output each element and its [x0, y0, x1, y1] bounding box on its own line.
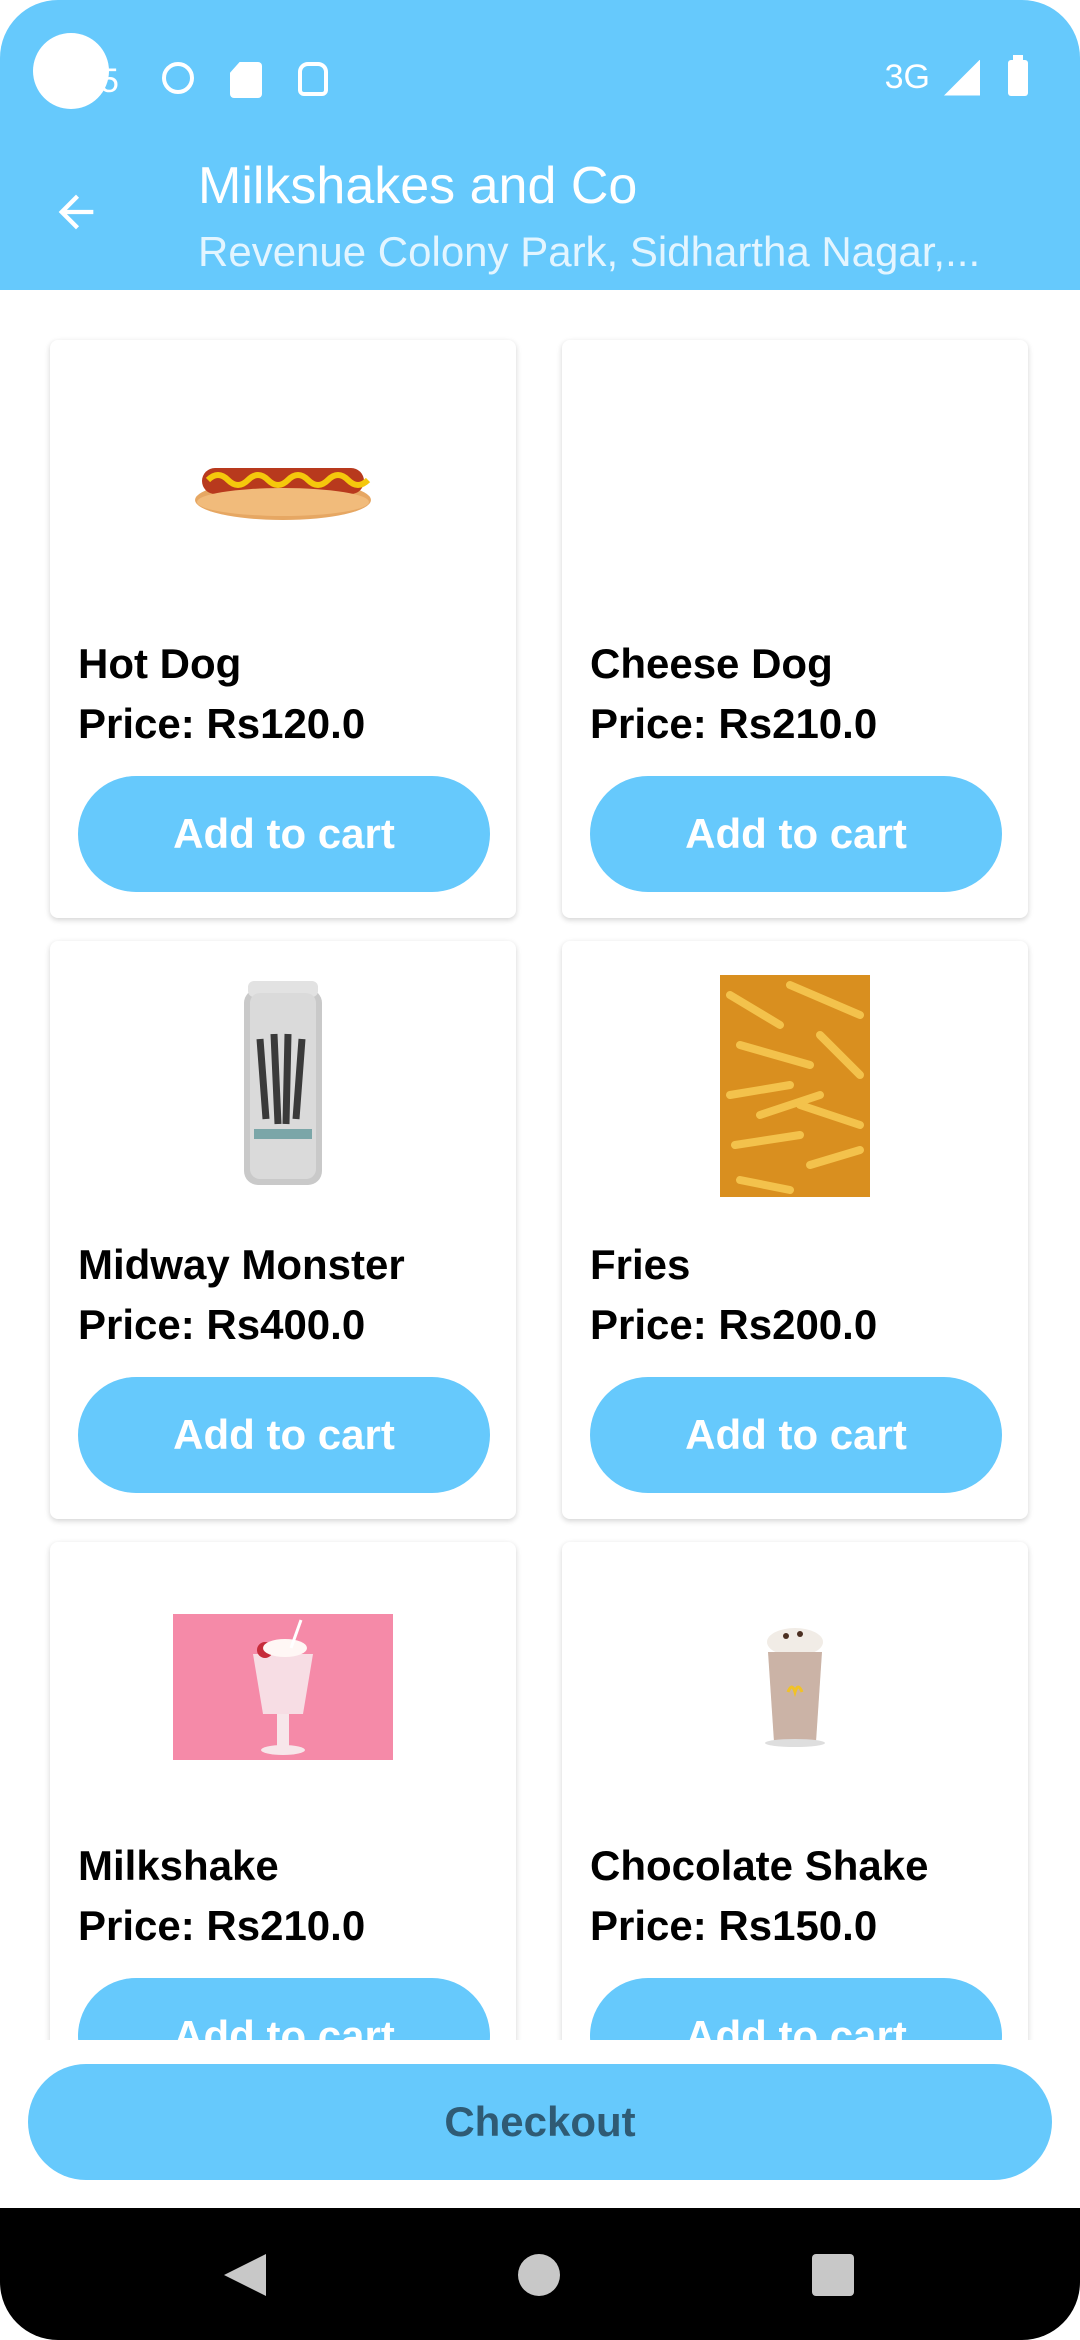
hot-dog-image	[50, 340, 516, 630]
product-card: Cheese Dog Price: Rs210.0 Add to cart	[562, 340, 1028, 918]
fries-image	[562, 941, 1028, 1231]
battery-icon	[1008, 54, 1028, 96]
product-card: Milkshake Price: Rs210.0 Add to cart	[50, 1542, 516, 2040]
navigation-bar	[0, 2208, 1080, 2340]
product-card: Midway Monster Price: Rs400.0 Add to car…	[50, 941, 516, 1519]
product-name: Chocolate Shake	[590, 1842, 929, 1889]
camera-cutout	[33, 33, 109, 109]
add-to-cart-button[interactable]: Add to cart	[78, 1377, 490, 1493]
product-name: Hot Dog	[78, 640, 242, 687]
add-to-cart-button[interactable]: Add to cart	[590, 1978, 1002, 2040]
nav-recents-icon[interactable]	[812, 2254, 854, 2296]
add-to-cart-button[interactable]: Add to cart	[78, 1978, 490, 2040]
product-name: Midway Monster	[78, 1241, 405, 1288]
add-to-cart-button[interactable]: Add to cart	[590, 776, 1002, 892]
product-price: Price: Rs120.0	[78, 700, 366, 747]
product-price: Price: Rs210.0	[78, 1902, 366, 1949]
energy-drink-can-image	[50, 941, 516, 1231]
status-time: 5	[100, 62, 119, 100]
product-image-placeholder	[562, 340, 1028, 630]
nav-back-icon[interactable]	[224, 2254, 266, 2296]
checkout-button[interactable]: Checkout	[28, 2064, 1052, 2180]
store-address: Revenue Colony Park, Sidhartha Nagar,...	[198, 228, 981, 275]
add-to-cart-button[interactable]: Add to cart	[590, 1377, 1002, 1493]
product-price: Price: Rs210.0	[590, 700, 878, 747]
product-price: Price: Rs150.0	[590, 1902, 878, 1949]
product-price: Price: Rs200.0	[590, 1301, 878, 1348]
sd-card-icon	[230, 62, 262, 98]
milkshake-image	[50, 1542, 516, 1832]
add-to-cart-button[interactable]: Add to cart	[78, 776, 490, 892]
page-title: Milkshakes and Co	[198, 157, 638, 215]
network-type: 3G	[884, 58, 930, 96]
signal-icon	[944, 59, 980, 96]
product-card: Fries Price: Rs200.0 Add to cart	[562, 941, 1028, 1519]
product-card: Hot Dog Price: Rs120.0 Add to cart	[50, 340, 516, 918]
product-card: Chocolate Shake Price: Rs150.0 Add to ca…	[562, 1542, 1028, 2040]
chocolate-shake-image	[562, 1542, 1028, 1832]
app-bar: 5 3G Milkshakes and Co Revenue Colony Pa…	[0, 0, 1080, 290]
product-name: Cheese Dog	[590, 640, 833, 687]
status-bar: 5 3G	[0, 0, 1080, 160]
product-name: Fries	[590, 1241, 691, 1288]
disc-notification-icon	[162, 62, 194, 94]
android-debug-icon	[298, 62, 328, 96]
nav-home-icon[interactable]	[518, 2254, 560, 2296]
back-arrow-icon[interactable]	[50, 186, 102, 238]
product-name: Milkshake	[78, 1842, 279, 1889]
product-price: Price: Rs400.0	[78, 1301, 366, 1348]
product-grid[interactable]: Hot Dog Price: Rs120.0 Add to cart Chees…	[0, 290, 1080, 2040]
